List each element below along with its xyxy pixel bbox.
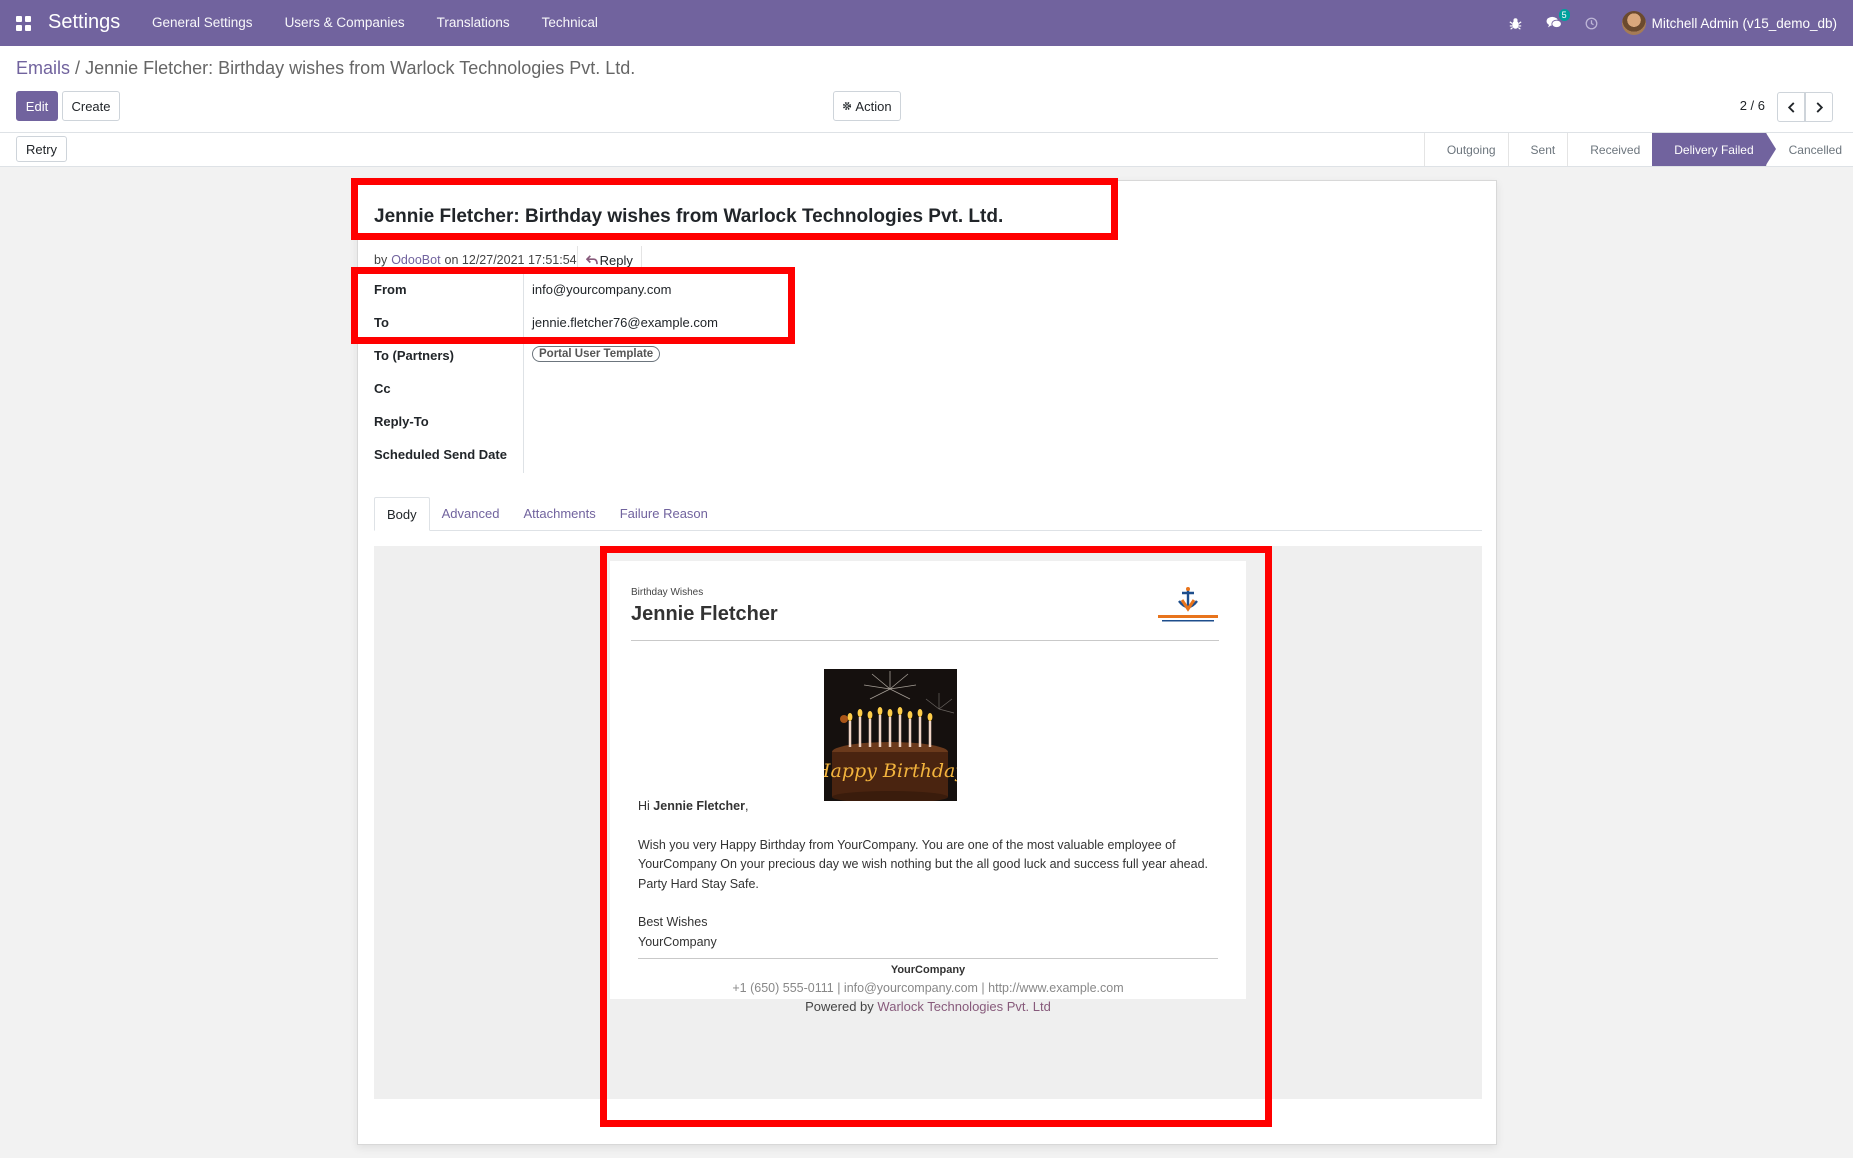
field-row-to-partners: To (Partners) Portal User Template <box>358 339 958 372</box>
apps-menu-icon[interactable] <box>16 16 31 31</box>
meta-by: by <box>374 253 388 267</box>
footer-contact: +1 (650) 555-0111 | info@yourcompany.com… <box>732 981 1124 995</box>
tab-body[interactable]: Body <box>374 497 430 531</box>
systray: 5 Mitchell Admin (v15_demo_db) <box>1508 0 1853 46</box>
cc-label: Cc <box>374 381 391 396</box>
notebook-tabs: Body Advanced Attachments Failure Reason <box>374 497 1482 531</box>
to-partners-label: To (Partners) <box>374 348 454 363</box>
activity-clock-icon[interactable] <box>1584 15 1600 31</box>
greeting-prefix: Hi <box>638 799 650 813</box>
email-message: Hi Jennie Fletcher, Wish you very Happy … <box>638 797 1218 952</box>
scheduled-date-label: Scheduled Send Date <box>374 447 507 462</box>
action-label: Action <box>855 98 892 114</box>
breadcrumb-current: Jennie Fletcher: Birthday wishes from Wa… <box>85 58 636 78</box>
powered-link[interactable]: Warlock Technologies Pvt. Ltd <box>877 999 1050 1014</box>
powered-prefix: Powered by <box>805 999 874 1014</box>
cake-text: Happy Birthday <box>824 760 957 782</box>
menu-translations[interactable]: Translations <box>437 15 510 30</box>
tab-failure-reason[interactable]: Failure Reason <box>608 497 720 531</box>
reply-to-label: Reply-To <box>374 414 429 429</box>
edit-button[interactable]: Edit <box>16 91 58 121</box>
email-meta: by OdooBot on 12/27/2021 17:51:54 Reply <box>374 246 642 274</box>
pager-value[interactable]: 2 / 6 <box>1740 98 1765 113</box>
chevron-right-icon <box>1816 101 1823 113</box>
status-stages: Outgoing Sent Received Delivery Failed C… <box>1423 133 1853 166</box>
retry-button[interactable]: Retry <box>16 136 67 162</box>
greeting: Hi Jennie Fletcher, <box>638 797 1218 817</box>
email-recipient-name: Jennie Fletcher <box>631 603 778 625</box>
gear-icon <box>843 101 852 111</box>
top-navbar: Settings General Settings Users & Compan… <box>0 0 1853 46</box>
pager-next-button[interactable] <box>1805 92 1833 122</box>
field-row-from: From info@yourcompany.com <box>358 273 958 306</box>
menu-users-companies[interactable]: Users & Companies <box>285 15 405 30</box>
tab-attachments[interactable]: Attachments <box>511 497 607 531</box>
reply-button[interactable]: Reply <box>576 246 642 274</box>
stage-sent[interactable]: Sent <box>1507 133 1568 166</box>
breadcrumb-separator: / <box>75 58 81 78</box>
meta-date: on 12/27/2021 17:51:54 <box>444 253 577 267</box>
email-subject: Jennie Fletcher: Birthday wishes from Wa… <box>374 206 1004 227</box>
chevron-left-icon <box>1787 101 1794 113</box>
stage-cancelled[interactable]: Cancelled <box>1765 133 1853 166</box>
from-label: From <box>374 282 407 297</box>
breadcrumb-emails-link[interactable]: Emails <box>16 58 70 78</box>
app-title[interactable]: Settings <box>48 11 120 34</box>
stage-received[interactable]: Received <box>1567 133 1652 166</box>
action-dropdown-button[interactable]: Action <box>833 91 901 121</box>
breadcrumb: Emails / Jennie Fletcher: Birthday wishe… <box>16 58 635 79</box>
footer-company: YourCompany <box>890 964 966 976</box>
reply-arrow-icon <box>585 255 598 265</box>
form-sheet: Jennie Fletcher: Birthday wishes from Wa… <box>357 180 1497 1145</box>
menu-technical[interactable]: Technical <box>542 15 598 30</box>
stage-delivery-failed[interactable]: Delivery Failed <box>1652 133 1777 166</box>
email-body-preview: Birthday Wishes Jennie Fletcher appy Bir… <box>374 546 1482 1099</box>
to-label: To <box>374 315 389 330</box>
from-value[interactable]: info@yourcompany.com <box>532 282 671 297</box>
status-bar: Retry Outgoing Sent Received Delivery Fa… <box>0 133 1853 167</box>
email-eyebrow: Birthday Wishes <box>631 587 704 598</box>
user-avatar[interactable] <box>1621 11 1646 35</box>
create-button[interactable]: Create <box>62 91 120 121</box>
reply-label: Reply <box>599 252 633 268</box>
messages-icon[interactable]: 5 <box>1546 9 1570 31</box>
to-value[interactable]: jennie.fletcher76@example.com <box>532 315 718 330</box>
field-row-to: To jennie.fletcher76@example.com <box>358 306 958 339</box>
debug-bug-icon[interactable] <box>1508 15 1524 31</box>
to-partners-value: Portal User Template <box>532 346 661 363</box>
birthday-cake-image: Happy Birthday <box>824 669 957 801</box>
partner-tag[interactable]: Portal User Template <box>532 346 661 362</box>
company-logo <box>1158 587 1218 622</box>
field-row-scheduled-date: Scheduled Send Date <box>358 438 958 471</box>
email-card: Birthday Wishes Jennie Fletcher appy Bir… <box>610 561 1246 999</box>
email-fields: From info@yourcompany.com To jennie.flet… <box>358 273 958 473</box>
greeting-suffix: , <box>745 799 749 813</box>
email-footer-divider <box>638 958 1218 959</box>
user-menu[interactable]: Mitchell Admin (v15_demo_db) <box>1652 16 1837 31</box>
signature: YourCompany <box>638 934 717 949</box>
stage-outgoing[interactable]: Outgoing <box>1423 133 1508 166</box>
control-panel: Emails / Jennie Fletcher: Birthday wishe… <box>0 46 1853 133</box>
powered-by: Powered by Warlock Technologies Pvt. Ltd <box>374 999 1482 1014</box>
signoff: Best Wishes <box>638 915 708 929</box>
greeting-name: Jennie Fletcher <box>653 799 745 813</box>
email-header-divider <box>631 640 1219 641</box>
tab-advanced[interactable]: Advanced <box>430 497 512 531</box>
menu-general-settings[interactable]: General Settings <box>152 15 253 30</box>
field-row-reply-to: Reply-To <box>358 405 958 438</box>
pager-previous-button[interactable] <box>1777 92 1805 122</box>
main-menu: General Settings Users & Companies Trans… <box>152 15 630 30</box>
messages-count-badge: 5 <box>1558 9 1570 21</box>
author-link[interactable]: OdooBot <box>391 253 440 267</box>
closing-line: Party Hard Stay Safe. <box>638 876 759 891</box>
field-row-cc: Cc <box>358 372 958 405</box>
birthday-paragraph: Wish you very Happy Birthday from YourCo… <box>638 837 1209 872</box>
